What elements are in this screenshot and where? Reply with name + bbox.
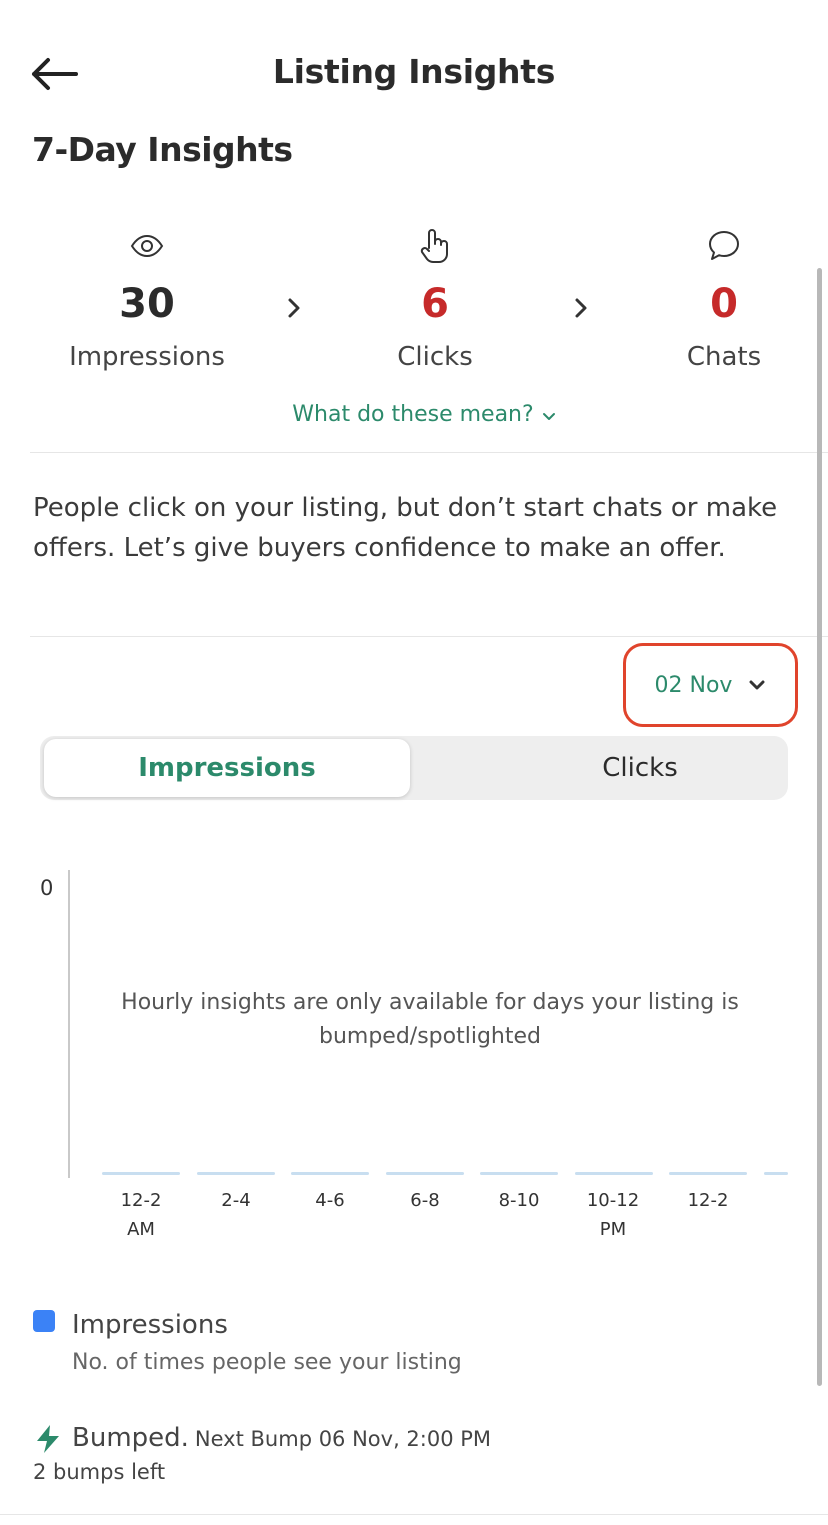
chart-bar <box>197 1172 275 1175</box>
chats-label: Chats <box>686 342 762 372</box>
meaning-link-label: What do these mean? <box>292 402 534 427</box>
bump-status: Bumped. Next Bump 06 Nov, 2:00 PM <box>72 1423 491 1453</box>
chart-bar <box>386 1172 464 1175</box>
eye-icon <box>47 226 247 266</box>
x-axis-label: 12-2 AM <box>101 1186 181 1244</box>
chevron-right-icon <box>568 290 594 326</box>
x-label-line: 10-12 <box>586 1190 640 1211</box>
chart-bar <box>480 1172 558 1175</box>
divider <box>30 452 828 453</box>
tab-clicks[interactable]: Clicks <box>460 739 820 797</box>
clicks-label: Clicks <box>397 342 473 372</box>
y-axis <box>68 870 70 1178</box>
impressions-label: Impressions <box>69 342 225 372</box>
insight-message: People click on your listing, but don’t … <box>33 493 778 563</box>
chart-empty-message: Hourly insights are only available for d… <box>121 990 739 1049</box>
y-axis-tick: 0 <box>40 876 54 900</box>
chart-bar <box>669 1172 747 1175</box>
clicks-value: 6 <box>421 281 449 327</box>
page-title: Listing Insights <box>272 52 556 91</box>
lightning-bolt-icon <box>34 1424 62 1458</box>
divider <box>0 1514 828 1515</box>
bumps-remaining: 2 bumps left <box>33 1460 166 1484</box>
chart-bar <box>102 1172 180 1175</box>
x-axis-label: 12-2 <box>687 1190 729 1211</box>
chevron-down-icon <box>542 403 556 428</box>
listing-insights-screen: Listing Insights 7-Day Insights 30 Impre… <box>0 0 828 1525</box>
chevron-right-icon <box>281 290 307 326</box>
metric-tabs: Impressions Clicks <box>40 736 788 800</box>
next-bump-time: Next Bump 06 Nov, 2:00 PM <box>194 1427 492 1451</box>
stat-clicks: 6 Clicks <box>335 226 535 372</box>
legend-title: Impressions <box>72 1310 228 1340</box>
what-do-these-mean-link[interactable]: What do these mean? <box>0 402 828 428</box>
scrollbar[interactable] <box>817 268 822 1386</box>
chevron-down-icon <box>748 676 766 695</box>
x-axis-label: 4-6 <box>315 1190 345 1211</box>
impressions-value: 30 <box>119 281 175 327</box>
chat-bubble-icon <box>624 226 824 266</box>
x-label-line: PM <box>599 1219 627 1240</box>
x-label-line: 12-2 <box>120 1190 162 1211</box>
divider <box>30 636 828 637</box>
x-label-line: AM <box>127 1219 155 1240</box>
x-axis-label: 8-10 <box>498 1190 540 1211</box>
tab-impressions[interactable]: Impressions <box>44 739 410 797</box>
date-value: 02 Nov <box>654 672 733 698</box>
chart-bar <box>575 1172 653 1175</box>
date-dropdown[interactable]: 02 Nov <box>623 643 798 727</box>
chats-value: 0 <box>710 281 738 327</box>
hourly-chart: 0 Hourly insights are only available for… <box>0 860 828 1260</box>
stat-chats: 0 Chats <box>624 226 824 372</box>
chart-bar <box>764 1172 788 1175</box>
legend-description: No. of times people see your listing <box>72 1350 462 1375</box>
pointer-hand-icon <box>335 226 535 266</box>
legend-swatch <box>33 1310 55 1332</box>
x-axis-label: 10-12 PM <box>573 1186 653 1244</box>
stat-impressions: 30 Impressions <box>47 226 247 372</box>
x-axis-label: 6-8 <box>410 1190 440 1211</box>
chart-bar <box>291 1172 369 1175</box>
x-axis-label: 2-4 <box>221 1190 251 1211</box>
section-title: 7-Day Insights <box>32 130 293 169</box>
bump-status-label: Bumped. <box>72 1423 189 1453</box>
